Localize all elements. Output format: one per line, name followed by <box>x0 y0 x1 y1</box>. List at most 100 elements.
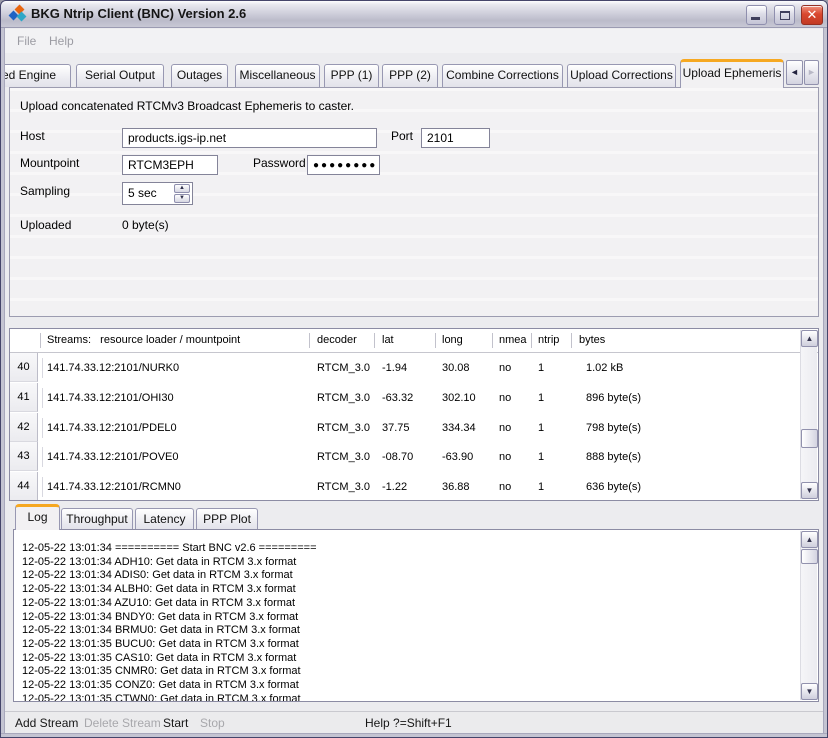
start-button[interactable]: Start <box>163 712 188 735</box>
delete-stream-button[interactable]: Delete Stream <box>84 712 161 735</box>
host-input[interactable]: products.igs-ip.net <box>122 128 377 148</box>
cell-bytes: 896 byte(s) <box>586 383 641 413</box>
password-input[interactable]: ●●●●●●●● <box>307 155 380 175</box>
tab-combine-corrections[interactable]: Combine Corrections <box>442 64 563 87</box>
cell-lat: -1.22 <box>382 472 407 501</box>
scroll-up-button[interactable]: ▲ <box>801 330 818 347</box>
tab-log[interactable]: Log <box>15 504 60 530</box>
table-row[interactable]: 40 141.74.33.12:2101/NURK0 RTCM_3.0 -1.9… <box>10 353 818 383</box>
log-line: 12-05-22 13:01:34 BRMU0: Get data in RTC… <box>22 624 796 638</box>
column-separator <box>435 333 436 348</box>
password-label: Password <box>253 153 306 173</box>
menu-file[interactable]: File <box>17 29 36 53</box>
cell-long: 36.88 <box>442 472 470 501</box>
column-separator <box>309 333 310 348</box>
menu-help[interactable]: Help <box>49 29 74 53</box>
cell-nmea: no <box>499 383 511 413</box>
cell-mountpoint: 141.74.33.12:2101/OHI30 <box>47 383 174 413</box>
header-decoder[interactable]: decoder <box>317 329 357 352</box>
cell-lat: 37.75 <box>382 413 410 443</box>
streams-scrollbar[interactable]: ▲ ▼ <box>800 330 817 499</box>
cell-mountpoint: 141.74.33.12:2101/PDEL0 <box>47 413 177 443</box>
header-ntrip[interactable]: ntrip <box>538 329 559 352</box>
port-input[interactable]: 2101 <box>421 128 490 148</box>
log-line: 12-05-22 13:01:34 ADIS0: Get data in RTC… <box>22 569 796 583</box>
tab-outages[interactable]: Outages <box>171 64 228 87</box>
scrollbar-thumb[interactable] <box>801 549 818 564</box>
maximize-icon <box>780 11 790 20</box>
tab-upload-corrections[interactable]: Upload Corrections <box>567 64 676 87</box>
window-frame-right <box>823 28 827 737</box>
header-nmea[interactable]: nmea <box>499 329 527 352</box>
mountpoint-input[interactable]: RTCM3EPH <box>122 155 218 175</box>
cell-lat: -63.32 <box>382 383 413 413</box>
column-separator <box>374 333 375 348</box>
tab-scroll-left-button[interactable]: ◄ <box>786 60 803 85</box>
mountpoint-label: Mountpoint <box>20 153 79 173</box>
cell-ntrip: 1 <box>538 413 544 443</box>
tab-feed-engine[interactable]: ed Engine <box>5 64 71 87</box>
cell-bytes: 1.02 kB <box>586 353 623 383</box>
column-separator <box>531 333 532 348</box>
window-frame-left <box>1 28 5 737</box>
arrow-up-icon: ▲ <box>806 334 814 343</box>
tab-latency[interactable]: Latency <box>135 508 194 530</box>
tab-scroll-right-button[interactable]: ► <box>804 60 819 85</box>
table-row[interactable]: 41 141.74.33.12:2101/OHI30 RTCM_3.0 -63.… <box>10 383 818 413</box>
main-tab-bar: ed Engine Serial Output Outages Miscella… <box>5 59 821 88</box>
row-separator <box>42 388 43 408</box>
row-separator <box>42 447 43 467</box>
header-bytes[interactable]: bytes <box>579 329 605 352</box>
tab-serial-output[interactable]: Serial Output <box>76 64 164 87</box>
tab-ppp-1[interactable]: PPP (1) <box>324 64 379 87</box>
log-line: 12-05-22 13:01:35 CNMR0: Get data in RTC… <box>22 665 796 679</box>
close-icon: ✕ <box>807 7 818 22</box>
close-button[interactable]: ✕ <box>801 5 823 25</box>
tab-upload-ephemeris[interactable]: Upload Ephemeris <box>680 59 784 88</box>
spin-down-button[interactable]: ▼ <box>174 194 190 203</box>
uploaded-value: 0 byte(s) <box>122 215 169 235</box>
sampling-spinbox[interactable]: 5 sec ▲ ▼ <box>122 182 193 205</box>
window-title: BKG Ntrip Client (BNC) Version 2.6 <box>31 1 246 27</box>
log-line: 12-05-22 13:01:34 ADH10: Get data in RTC… <box>22 556 796 570</box>
table-row[interactable]: 42 141.74.33.12:2101/PDEL0 RTCM_3.0 37.7… <box>10 413 818 443</box>
title-bar[interactable]: BKG Ntrip Client (BNC) Version 2.6 ✕ <box>1 1 828 28</box>
sampling-spin-buttons: ▲ ▼ <box>174 184 190 203</box>
cell-decoder: RTCM_3.0 <box>317 383 370 413</box>
log-line: 12-05-22 13:01:34 ALBH0: Get data in RTC… <box>22 583 796 597</box>
header-lat[interactable]: lat <box>382 329 394 352</box>
tab-ppp-plot[interactable]: PPP Plot <box>196 508 258 530</box>
tab-miscellaneous[interactable]: Miscellaneous <box>235 64 320 87</box>
header-long[interactable]: long <box>442 329 463 352</box>
scrollbar-thumb[interactable] <box>801 429 818 448</box>
log-line: 12-05-22 13:01:35 CTWN0: Get data in RTC… <box>22 693 796 701</box>
scroll-down-button[interactable]: ▼ <box>801 683 818 700</box>
table-row[interactable]: 43 141.74.33.12:2101/POVE0 RTCM_3.0 -08.… <box>10 442 818 472</box>
arrow-down-icon: ▼ <box>806 486 814 495</box>
uploaded-label: Uploaded <box>20 215 71 235</box>
table-row[interactable]: 44 141.74.33.12:2101/RCMN0 RTCM_3.0 -1.2… <box>10 472 818 501</box>
tab-throughput[interactable]: Throughput <box>61 508 133 530</box>
cell-mountpoint: 141.74.33.12:2101/RCMN0 <box>47 472 181 501</box>
cell-long: 30.08 <box>442 353 470 383</box>
help-button[interactable]: Help ?=Shift+F1 <box>365 712 452 735</box>
cell-ntrip: 1 <box>538 353 544 383</box>
scroll-up-button[interactable]: ▲ <box>801 531 818 548</box>
log-lines: 12-05-22 13:01:34 ========== Start BNC v… <box>22 542 796 701</box>
cell-bytes: 636 byte(s) <box>586 472 641 501</box>
log-tab-bar: Log Throughput Latency PPP Plot <box>13 504 513 530</box>
header-streams[interactable]: Streams: resource loader / mountpoint <box>47 329 240 352</box>
log-scrollbar[interactable]: ▲ ▼ <box>800 531 817 700</box>
scroll-down-button[interactable]: ▼ <box>801 482 818 499</box>
spin-up-button[interactable]: ▲ <box>174 184 190 193</box>
row-number: 40 <box>10 353 38 382</box>
log-output[interactable]: 12-05-22 13:01:34 ========== Start BNC v… <box>13 529 819 702</box>
minimize-button[interactable] <box>746 5 767 25</box>
tab-ppp-2[interactable]: PPP (2) <box>382 64 438 87</box>
cell-nmea: no <box>499 442 511 472</box>
cell-decoder: RTCM_3.0 <box>317 413 370 443</box>
add-stream-button[interactable]: Add Stream <box>15 712 78 735</box>
maximize-button[interactable] <box>774 5 795 25</box>
stop-button[interactable]: Stop <box>200 712 225 735</box>
streams-table: Streams: resource loader / mountpoint de… <box>9 328 819 501</box>
